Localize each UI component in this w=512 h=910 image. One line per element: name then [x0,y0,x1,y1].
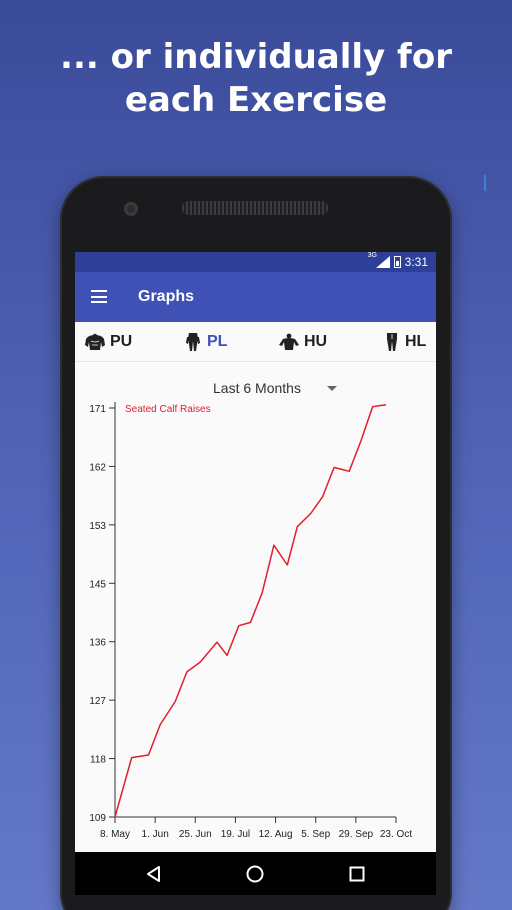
app-screen: 3G 3:31 Graphs PU PL HU HL Last 6 Months… [75,252,436,895]
upper-body-back-icon [279,333,299,350]
x-tick-label: 25. Jun [179,829,212,840]
page-title: Graphs [138,288,195,305]
y-tick-label: 153 [89,521,106,532]
decorative-tick [484,175,486,191]
y-tick-label: 136 [89,638,106,649]
lower-body-back-icon [387,333,397,351]
y-tick-label: 171 [89,404,106,415]
x-tick-label: 23. Oct [380,829,412,840]
tab-hl-label: HL [405,333,427,350]
x-tick-label: 8. May [100,829,130,840]
promo-headline-line2: each Exercise [124,80,388,120]
recents-icon[interactable] [346,863,368,885]
tab-pl[interactable]: PL [183,322,227,362]
navigation-bar [75,852,436,895]
tab-pu[interactable]: PU [84,322,132,362]
upper-body-front-icon [85,333,105,350]
y-tick-label: 162 [89,462,106,473]
home-icon[interactable] [244,863,266,885]
tab-pl-label: PL [207,333,228,350]
network-type: 3G [367,252,377,259]
tab-pu-label: PU [110,333,133,350]
series-legend-label: Seated Calf Raises [125,404,211,415]
y-tick-label: 127 [89,696,106,707]
hamburger-menu-icon[interactable] [91,290,107,303]
x-tick-label: 1. Jun [142,829,169,840]
y-tick-label: 145 [89,579,106,590]
camera-icon [124,202,138,216]
x-tick-label: 29. Sep [339,829,374,840]
x-tick-label: 5. Sep [301,829,330,840]
back-icon[interactable] [143,863,165,885]
battery-icon [393,256,401,268]
promo-headline: ... or individually for each Exercise [0,36,512,122]
signal-icon: 3G [368,252,390,268]
y-tick-label: 109 [89,813,106,824]
tab-hu[interactable]: HU [278,322,327,362]
app-bar: Graphs [75,272,436,322]
tab-hl[interactable]: HL [383,322,426,362]
dropdown-caret-icon [326,385,337,391]
progress-line-chart: 109 118 127 136 145 153 162 171 8. May 1. Jun 25. … [89,402,412,840]
muscle-group-tabs: PU PL HU HL [75,322,436,362]
y-tick-label: 118 [90,755,106,766]
status-bar: 3G 3:31 [75,252,436,272]
promo-headline-line1: ... or individually for [60,37,452,77]
speaker-grille [182,201,328,215]
x-tick-label: 12. Aug [259,829,293,840]
tab-hu-label: HU [304,333,328,350]
series-line-seated-calf-raises [114,403,387,818]
x-tick-label: 19. Jul [221,829,250,840]
status-time: 3:31 [404,255,428,269]
lower-body-front-icon [186,333,200,351]
